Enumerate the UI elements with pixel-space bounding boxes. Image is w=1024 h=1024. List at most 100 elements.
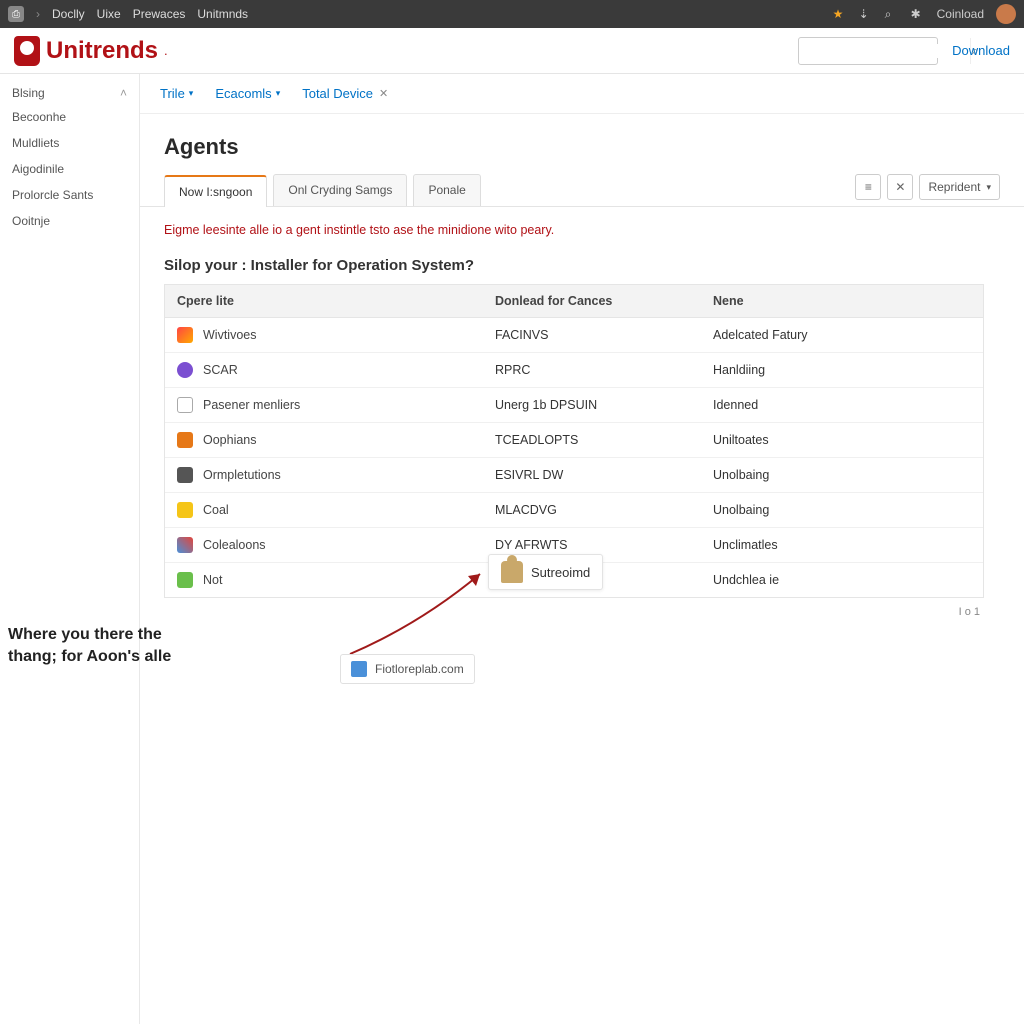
tab-new-installation[interactable]: Now I:sngoon (164, 175, 267, 207)
download-cell: FACINVS (483, 319, 701, 351)
status-cell: Adelcated Fatury (701, 319, 983, 351)
tab-panel[interactable]: Ponale (413, 174, 480, 206)
sidebar-item[interactable]: Ooitnje (0, 208, 139, 234)
sidebar-header-label: Blsing (12, 86, 45, 100)
chevron-down-icon: ▾ (189, 88, 194, 99)
shield-icon (14, 36, 40, 66)
sidebar-section-header[interactable]: Blsing ˄ (0, 82, 139, 104)
sidebar-item[interactable]: Becoonhe (0, 104, 139, 130)
table-row[interactable]: Wivtivoes FACINVSAdelcated Fatury (165, 318, 983, 353)
user-icon (501, 561, 523, 583)
os-name: Coal (203, 503, 229, 517)
os-name: Pasener menliers (203, 398, 300, 412)
tooltip-callout: Sutreoimd (488, 554, 603, 590)
table-row[interactable]: SCARRPRCHanldiing (165, 353, 983, 388)
topbar-item[interactable]: Doclly (52, 7, 85, 21)
os-topbar: ⎙ › Doclly Uixe Prewaces Unitmnds ★ ⇣ ⌕ … (0, 0, 1024, 28)
download-cell: ESIVRL DW (483, 459, 701, 491)
file-icon (351, 661, 367, 677)
breadcrumb-item[interactable]: Trile ▾ (160, 86, 193, 101)
search-icon[interactable]: ⌕ (885, 7, 899, 21)
os-icon (177, 467, 193, 483)
brand-name: Unitrends (46, 37, 158, 65)
os-name: Wivtivoes (203, 328, 256, 342)
callout-label: Sutreoimd (531, 565, 590, 580)
download-link[interactable]: Download (952, 43, 1010, 58)
breadcrumb-label: Total Device (302, 86, 373, 101)
sidebar-item[interactable]: Aigodinile (0, 156, 139, 182)
chevron-down-icon: ▾ (986, 182, 991, 193)
status-cell: Unclimatles (701, 529, 983, 561)
download-cell: TCEADLOPTS (483, 424, 701, 456)
os-name: SCAR (203, 363, 238, 377)
sidebar: Blsing ˄ Becoonhe Muldliets Aigodinile P… (0, 74, 140, 1024)
search-input[interactable] (799, 44, 970, 58)
dropdown-label: Reprident (928, 180, 980, 194)
topbar-item[interactable]: Uixe (97, 7, 121, 21)
breadcrumb-label: Trile (160, 86, 185, 101)
annotation-text: Where you there the thang; for Aoon's al… (8, 624, 208, 669)
topbar-item[interactable]: Unitmnds (197, 7, 248, 21)
tab-toolbar: Now I:sngoon Onl Cryding Samgs Ponale ≡ … (140, 174, 1024, 207)
os-icon (177, 572, 193, 588)
column-header[interactable]: Donlead for Cances (483, 285, 701, 317)
table-row[interactable]: Pasener menliers Unerg 1b DPSUINIdenned (165, 388, 983, 423)
installer-table: Cpere lite Donlead for Cances Nene Wivti… (164, 284, 984, 598)
sidebar-item[interactable]: Muldliets (0, 130, 139, 156)
sort-dropdown[interactable]: Reprident ▾ (919, 174, 1000, 200)
breadcrumb-item[interactable]: Ecacomls ▾ (215, 86, 280, 101)
tab-settings[interactable]: Onl Cryding Samgs (273, 174, 407, 206)
settings-icon[interactable]: ✱ (911, 7, 925, 21)
breadcrumb-item[interactable]: Total Device ✕ (302, 86, 388, 101)
close-icon[interactable]: ✕ (379, 87, 388, 100)
topbar-item[interactable]: Prewaces (133, 7, 186, 21)
brand-logo[interactable]: Unitrends. (14, 36, 168, 66)
breadcrumb-label: Ecacomls (215, 86, 271, 101)
breadcrumb-bar: Trile ▾ Ecacomls ▾ Total Device ✕ (140, 74, 1024, 114)
os-icon (177, 362, 193, 378)
status-cell: Unolbaing (701, 459, 983, 491)
main-content: Trile ▾ Ecacomls ▾ Total Device ✕ Agents… (140, 74, 1024, 1024)
os-name: Oophians (203, 433, 257, 447)
table-row[interactable]: Coal MLACDVGUnolbaing (165, 493, 983, 528)
brand-dot: . (164, 43, 168, 58)
topbar-download-label[interactable]: Coinload (937, 7, 984, 21)
separator: › (36, 7, 40, 21)
status-cell: Idenned (701, 389, 983, 421)
app-icon: ⎙ (8, 6, 24, 22)
brand-header: Unitrends. ⌕ Download (0, 28, 1024, 74)
os-icon (177, 432, 193, 448)
status-cell: Undchlea ie (701, 564, 983, 596)
table-row[interactable]: OophiansTCEADLOPTSUniltoates (165, 423, 983, 458)
column-header[interactable]: Nene (701, 285, 983, 317)
os-icon (177, 502, 193, 518)
status-cell: Hanldiing (701, 354, 983, 386)
user-avatar[interactable] (996, 4, 1016, 24)
table-row[interactable]: Ormpletutions ESIVRL DWUnolbaing (165, 458, 983, 493)
close-icon: ✕ (895, 180, 905, 194)
download-cell: Unerg 1b DPSUIN (483, 389, 701, 421)
page-title: Agents (140, 114, 1024, 174)
filter-icon: ≡ (865, 180, 872, 194)
os-icon (177, 537, 193, 553)
header-search[interactable]: ⌕ (798, 37, 938, 65)
filter-button[interactable]: ≡ (855, 174, 881, 200)
pagination[interactable]: I o 1 (164, 598, 984, 626)
download-icon[interactable]: ⇣ (859, 7, 873, 21)
os-name: Ormpletutions (203, 468, 281, 482)
table-header: Cpere lite Donlead for Cances Nene (165, 285, 983, 318)
clear-button[interactable]: ✕ (887, 174, 913, 200)
download-cell: MLACDVG (483, 494, 701, 526)
notification-icon[interactable]: ★ (833, 7, 847, 21)
os-name: Not (203, 573, 222, 587)
os-name: Colealoons (203, 538, 266, 552)
file-chip[interactable]: Fiotloreplab.com (340, 654, 475, 684)
chevron-down-icon: ▾ (276, 88, 281, 99)
chevron-up-icon: ˄ (120, 86, 127, 100)
section-heading: Silop your : Installer for Operation Sys… (164, 257, 1000, 274)
sidebar-item[interactable]: Prolorcle Sants (0, 182, 139, 208)
column-header[interactable]: Cpere lite (165, 285, 483, 317)
notice-text: Eigme leesinte alle io a gent instintle … (164, 223, 1000, 237)
status-cell: Unolbaing (701, 494, 983, 526)
file-label: Fiotloreplab.com (375, 662, 464, 676)
